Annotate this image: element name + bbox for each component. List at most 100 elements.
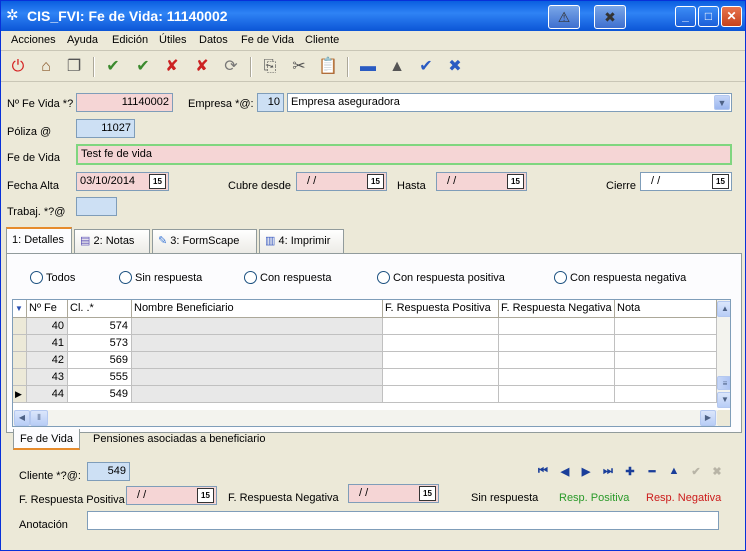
save-icon[interactable]: ✔: [102, 56, 124, 78]
cell-nota[interactable]: [615, 318, 717, 335]
anotacion-field[interactable]: [87, 511, 719, 530]
calendar-icon[interactable]: 15: [149, 174, 166, 189]
cell-f-negativa[interactable]: [499, 352, 615, 369]
minimize-button[interactable]: _: [675, 6, 696, 27]
cell-nota[interactable]: [615, 369, 717, 386]
menu-acciones[interactable]: Acciones: [11, 34, 56, 46]
cell-nombre[interactable]: [132, 352, 383, 369]
fevida-field[interactable]: Test fe de vida: [76, 144, 732, 165]
cell-f-negativa[interactable]: [499, 335, 615, 352]
row-selector[interactable]: [13, 335, 27, 352]
menu-edicion[interactable]: Edición: [112, 34, 148, 46]
filter-respuesta-negativa[interactable]: Con respuesta negativa: [554, 271, 686, 284]
next-record-icon[interactable]: ▶: [578, 465, 594, 478]
cell-nombre[interactable]: [132, 386, 383, 403]
cell-nfe[interactable]: 44: [27, 386, 68, 403]
post-record-icon[interactable]: ✔: [688, 465, 704, 478]
fpos-field[interactable]: / / 15: [126, 486, 217, 505]
filter-con-respuesta[interactable]: Con respuesta: [244, 271, 332, 284]
filter-sin-respuesta[interactable]: Sin respuesta: [119, 271, 202, 284]
cell-nota[interactable]: [615, 335, 717, 352]
hscroll-thumb[interactable]: ⦀: [30, 410, 48, 426]
hasta-field[interactable]: / / 15: [436, 172, 527, 191]
menu-datos[interactable]: Datos: [199, 34, 228, 46]
nfevida-field[interactable]: 11140002: [76, 93, 173, 112]
fecha-alta-field[interactable]: 03/10/2014 15: [76, 172, 169, 191]
scroll-down-icon[interactable]: ▼: [717, 392, 730, 408]
tab-pensiones[interactable]: Pensiones asociadas a beneficiario: [87, 429, 271, 450]
refresh-icon[interactable]: ⟳: [220, 56, 242, 78]
cell-cl[interactable]: 573: [68, 335, 132, 352]
cell-f-positiva[interactable]: [383, 369, 499, 386]
cell-nota[interactable]: [615, 386, 717, 403]
tab-imprimir[interactable]: ▥ 4: Imprimir: [259, 229, 344, 253]
cubre-desde-field[interactable]: / / 15: [296, 172, 387, 191]
calendar-icon[interactable]: 15: [197, 488, 214, 503]
vertical-scrollbar[interactable]: ▲ ≡ ▼: [717, 300, 730, 408]
paste-icon[interactable]: 📋: [317, 56, 339, 78]
delete-record-icon[interactable]: ━: [644, 465, 660, 478]
up-record-icon[interactable]: ▲: [666, 465, 682, 477]
minus-icon[interactable]: ▬: [357, 56, 379, 78]
col-f-negativa[interactable]: F. Respuesta Negativa: [499, 300, 615, 318]
empresa-select[interactable]: Empresa aseguradora ▼: [287, 93, 732, 112]
tab-formscape[interactable]: ✎ 3: FormScape: [152, 229, 257, 253]
cell-nfe[interactable]: 42: [27, 352, 68, 369]
calendar-icon[interactable]: 15: [367, 174, 384, 189]
col-nfe[interactable]: Nº Fe: [27, 300, 68, 318]
col-nombre[interactable]: Nombre Beneficiario: [132, 300, 383, 318]
beneficiarios-grid[interactable]: ▼ Nº Fe Cl. .* Nombre Beneficiario F. Re…: [12, 299, 731, 427]
windows-icon[interactable]: ❐: [63, 56, 85, 78]
col-f-positiva[interactable]: F. Respuesta Positiva: [383, 300, 499, 318]
prev-record-icon[interactable]: ◀: [557, 465, 573, 478]
cancel-record-icon[interactable]: ✖: [709, 465, 725, 478]
tools-icon[interactable]: ✖: [594, 5, 626, 29]
scroll-thumb[interactable]: ≡: [717, 376, 730, 390]
menu-ayuda[interactable]: Ayuda: [67, 34, 98, 46]
sort-indicator-icon[interactable]: ▼: [13, 300, 27, 318]
copy-icon[interactable]: ⎘: [259, 56, 281, 78]
calendar-icon[interactable]: 15: [419, 486, 436, 501]
scroll-right-icon[interactable]: ▶: [700, 410, 716, 426]
empresa-code-field[interactable]: 10: [257, 93, 284, 112]
cut-icon[interactable]: ✂: [288, 56, 310, 78]
trabaj-field[interactable]: [76, 197, 117, 216]
col-cl[interactable]: Cl. .*: [68, 300, 132, 318]
cell-f-positiva[interactable]: [383, 386, 499, 403]
cell-cl[interactable]: 549: [68, 386, 132, 403]
add-record-icon[interactable]: ✚: [622, 465, 638, 478]
chevron-down-icon[interactable]: ▼: [714, 95, 730, 110]
horizontal-scrollbar[interactable]: ◀ ⦀ ▶: [13, 410, 717, 426]
tab-detalles[interactable]: 1: Detalles: [6, 227, 72, 254]
cell-nfe[interactable]: 40: [27, 318, 68, 335]
delete-all-icon[interactable]: ✘: [191, 56, 213, 78]
save-close-icon[interactable]: ✔: [132, 56, 154, 78]
calendar-icon[interactable]: 15: [507, 174, 524, 189]
tab-notas[interactable]: ▤ 2: Notas: [74, 229, 150, 253]
menu-fe-de-vida[interactable]: Fe de Vida: [241, 34, 294, 46]
scroll-up-icon[interactable]: ▲: [717, 301, 730, 317]
calendar-icon[interactable]: 15: [712, 174, 729, 189]
row-selector[interactable]: [13, 369, 27, 386]
tab-fe-de-vida[interactable]: Fe de Vida: [13, 429, 81, 450]
home-icon[interactable]: ⌂: [35, 56, 57, 78]
delete-icon[interactable]: ✘: [161, 56, 183, 78]
cell-f-positiva[interactable]: [383, 352, 499, 369]
col-nota[interactable]: Nota: [615, 300, 717, 318]
warning-icon[interactable]: ⚠: [548, 5, 580, 29]
cancel-icon[interactable]: ✖: [444, 56, 466, 78]
scroll-left-icon[interactable]: ◀: [14, 410, 30, 426]
cell-f-negativa[interactable]: [499, 318, 615, 335]
current-row-icon[interactable]: ▶: [13, 386, 27, 403]
row-selector[interactable]: [13, 318, 27, 335]
cierre-field[interactable]: / / 15: [640, 172, 732, 191]
menu-utiles[interactable]: Útiles: [159, 34, 187, 46]
close-button[interactable]: ✕: [721, 6, 742, 27]
menu-cliente[interactable]: Cliente: [305, 34, 339, 46]
cell-f-positiva[interactable]: [383, 335, 499, 352]
cell-cl[interactable]: 569: [68, 352, 132, 369]
last-record-icon[interactable]: ⏭: [600, 465, 616, 478]
cell-f-positiva[interactable]: [383, 318, 499, 335]
cell-f-negativa[interactable]: [499, 386, 615, 403]
filter-todos[interactable]: Todos: [30, 271, 75, 284]
